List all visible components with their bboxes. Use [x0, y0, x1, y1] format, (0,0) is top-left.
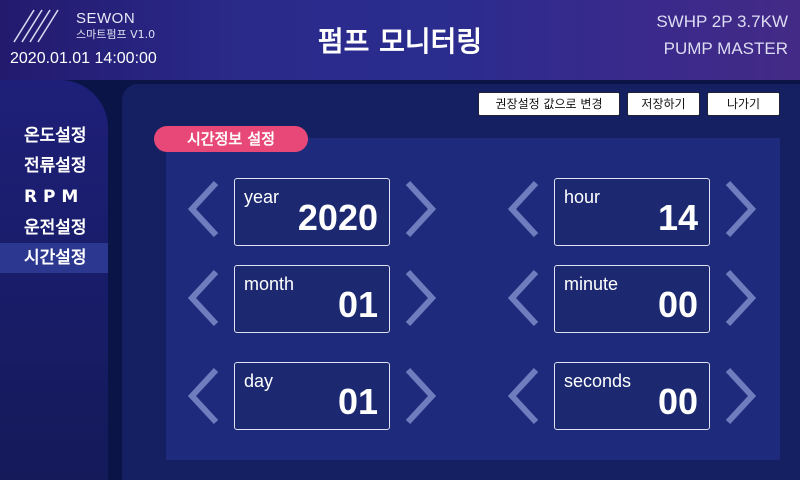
- minute-decrement-arrow-icon[interactable]: [506, 268, 542, 328]
- month-field[interactable]: month 01: [234, 265, 390, 333]
- hour-decrement-arrow-icon[interactable]: [506, 179, 542, 239]
- day-label: day: [244, 371, 274, 391]
- hour-label: hour: [564, 187, 601, 207]
- sidebar-item-current[interactable]: 전류설정: [0, 151, 108, 181]
- seconds-field[interactable]: seconds 00: [554, 362, 710, 430]
- hour-field[interactable]: hour 14: [554, 178, 710, 246]
- month-increment-arrow-icon[interactable]: [402, 268, 438, 328]
- model-label: SWHP 2P 3.7KW: [656, 12, 788, 31]
- month-label: month: [244, 274, 295, 294]
- month-decrement-arrow-icon[interactable]: [186, 268, 222, 328]
- day-increment-arrow-icon[interactable]: [402, 366, 438, 426]
- minute-field[interactable]: minute 00: [554, 265, 710, 333]
- seconds-label: seconds: [564, 371, 632, 391]
- header-bar: SEWON 스마트펌프 V1.0 2020.01.01 14:00:00 펌프 …: [0, 0, 800, 80]
- minute-label: minute: [564, 274, 619, 294]
- day-value: 01: [337, 381, 378, 422]
- sidebar-item-rpm[interactable]: R P M: [0, 182, 108, 212]
- sidebar-item-temperature[interactable]: 온도설정: [0, 121, 108, 151]
- sidebar-item-operation[interactable]: 운전설정: [0, 213, 108, 243]
- day-field[interactable]: day 01: [234, 362, 390, 430]
- day-decrement-arrow-icon[interactable]: [186, 366, 222, 426]
- exit-button[interactable]: 나가기: [707, 92, 780, 116]
- reset-defaults-button[interactable]: 권장설정 값으로 변경: [478, 92, 620, 116]
- hour-value: 14: [657, 197, 698, 238]
- year-field[interactable]: year 2020: [234, 178, 390, 246]
- save-button[interactable]: 저장하기: [627, 92, 700, 116]
- seconds-decrement-arrow-icon[interactable]: [506, 366, 542, 426]
- sidebar-item-time[interactable]: 시간설정: [0, 243, 108, 273]
- section-title-badge: 시간정보 설정: [154, 126, 308, 152]
- minute-value: 00: [657, 284, 698, 325]
- seconds-increment-arrow-icon[interactable]: [722, 366, 758, 426]
- model-name: PUMP MASTER: [663, 39, 788, 58]
- month-value: 01: [337, 284, 378, 325]
- year-increment-arrow-icon[interactable]: [402, 179, 438, 239]
- minute-increment-arrow-icon[interactable]: [722, 268, 758, 328]
- year-decrement-arrow-icon[interactable]: [186, 179, 222, 239]
- year-label: year: [244, 187, 280, 207]
- seconds-value: 00: [657, 381, 698, 422]
- hour-increment-arrow-icon[interactable]: [722, 179, 758, 239]
- year-value: 2020: [297, 197, 378, 238]
